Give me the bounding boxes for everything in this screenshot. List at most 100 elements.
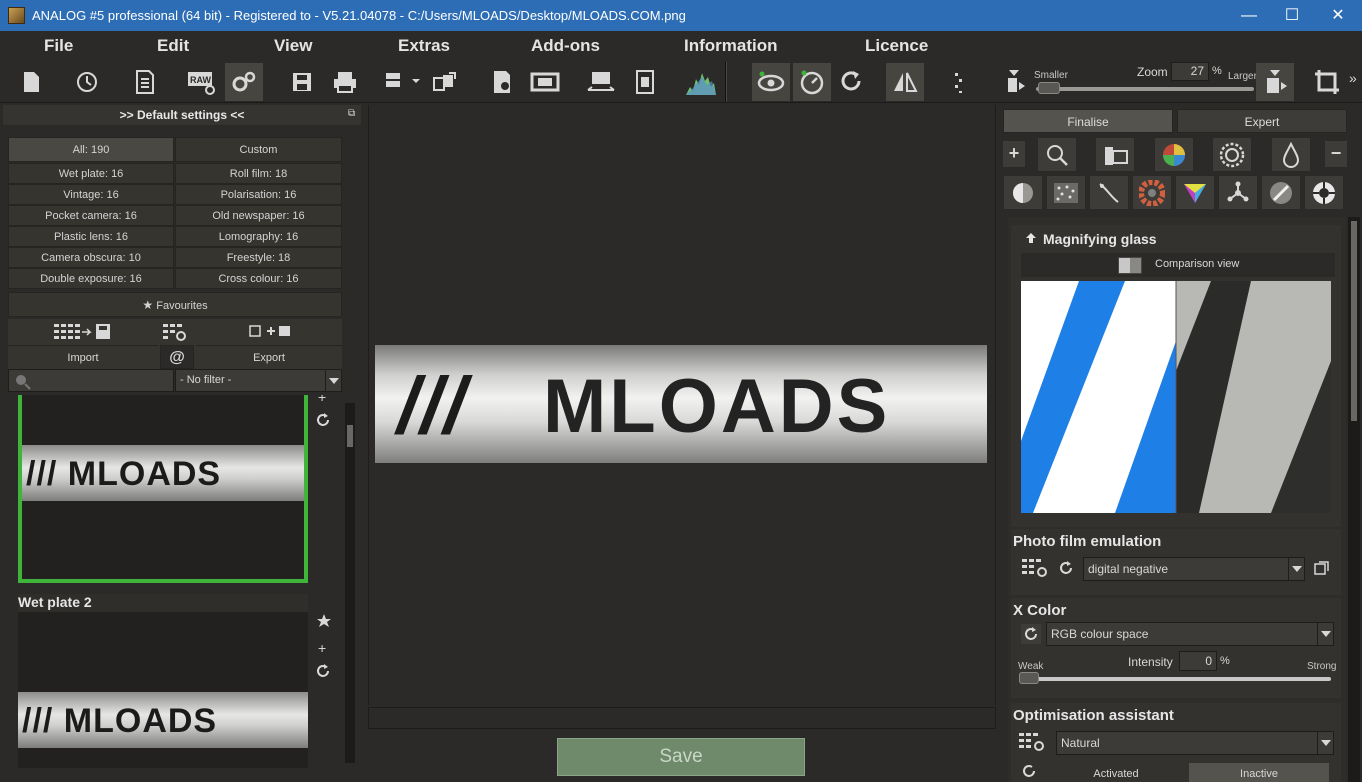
film-settings-icon[interactable] xyxy=(1314,560,1330,581)
category-vintage[interactable]: Vintage: 16 xyxy=(8,184,174,205)
menu-file[interactable]: File xyxy=(44,36,73,56)
history-button[interactable] xyxy=(68,63,106,101)
activated-button[interactable]: Activated xyxy=(1046,763,1186,782)
custom-presets-button[interactable]: Custom xyxy=(175,137,342,162)
category-plastic-lens[interactable]: Plastic lens: 16 xyxy=(8,226,174,247)
category-freestyle[interactable]: Freestyle: 18 xyxy=(175,247,342,268)
copy-document-button[interactable] xyxy=(483,63,521,101)
intensity-input[interactable]: 0 xyxy=(1179,651,1217,671)
menu-view[interactable]: View xyxy=(274,36,312,56)
lens-tool-button[interactable] xyxy=(1304,175,1344,210)
dotted-view-button[interactable] xyxy=(938,63,976,101)
drop-tool-button[interactable] xyxy=(1271,137,1311,172)
refresh-icon[interactable] xyxy=(315,663,331,684)
tab-expert[interactable]: Expert xyxy=(1177,109,1347,133)
category-pocket-camera[interactable]: Pocket camera: 16 xyxy=(8,205,174,226)
menu-licence[interactable]: Licence xyxy=(865,36,928,56)
print-button[interactable] xyxy=(326,63,364,101)
zoom-larger-button[interactable] xyxy=(1256,63,1294,101)
curve-tool-button[interactable] xyxy=(1089,175,1129,210)
intensity-slider-handle[interactable] xyxy=(1019,672,1039,684)
zoom-slider-handle[interactable] xyxy=(1038,82,1060,94)
tools-scrollbar[interactable] xyxy=(1348,217,1360,782)
category-old-newspaper[interactable]: Old newspaper: 16 xyxy=(175,205,342,226)
batch-button[interactable] xyxy=(382,63,420,101)
export-multiple-button[interactable] xyxy=(426,63,464,101)
film-strip-button[interactable] xyxy=(626,63,664,101)
category-camera-obscura[interactable]: Camera obscura: 10 xyxy=(8,247,174,268)
xcolor-select[interactable]: RGB colour space xyxy=(1046,622,1334,646)
crop-rotate-button[interactable] xyxy=(1308,63,1346,101)
remove-tool-button[interactable]: − xyxy=(1325,141,1347,167)
add-tool-button[interactable]: + xyxy=(1003,141,1025,167)
live-preview-button[interactable] xyxy=(793,63,831,101)
brush-tool-button[interactable] xyxy=(1261,175,1301,210)
save-file-button[interactable] xyxy=(283,63,321,101)
xcolor-refresh-button[interactable] xyxy=(1021,624,1041,644)
filter-select[interactable]: - No filter - xyxy=(175,369,342,392)
refresh-icon[interactable] xyxy=(315,412,331,433)
zoom-slider-track[interactable] xyxy=(1036,87,1254,91)
arrow-up-icon[interactable] xyxy=(1025,231,1037,249)
preset-scrollbar[interactable] xyxy=(345,403,355,763)
grain-tool-button[interactable] xyxy=(1046,175,1086,210)
magnifier-preview[interactable] xyxy=(1021,281,1331,513)
preset-search-icon[interactable] xyxy=(161,322,191,347)
minimize-button[interactable]: — xyxy=(1226,0,1272,31)
exposure-tool-button[interactable] xyxy=(1212,137,1252,172)
export-button[interactable]: Export xyxy=(196,345,342,369)
preset-card-wet-plate-2[interactable]: Wet plate 2 /// MLOADS xyxy=(18,594,308,768)
category-cross-colour[interactable]: Cross colour: 16 xyxy=(175,268,342,289)
intensity-slider-track[interactable] xyxy=(1019,677,1331,681)
tools-scrollbar-thumb[interactable] xyxy=(1351,221,1357,421)
inactive-button[interactable]: Inactive xyxy=(1189,763,1329,782)
favourite-star-icon[interactable] xyxy=(316,613,332,634)
refresh-icon[interactable] xyxy=(1021,763,1037,782)
raw-settings-button[interactable]: RAW xyxy=(182,63,220,101)
tab-finalise[interactable]: Finalise xyxy=(1003,109,1173,133)
add-preset-plus-2[interactable]: + xyxy=(318,640,326,656)
nodes-tool-button[interactable] xyxy=(1218,175,1258,210)
compare-layout-button[interactable] xyxy=(582,63,620,101)
photo-film-select[interactable]: digital negative xyxy=(1083,557,1305,581)
optimisation-select[interactable]: Natural xyxy=(1056,731,1334,755)
favourites-button[interactable]: ★ Favourites xyxy=(8,292,342,317)
comparison-toggle[interactable] xyxy=(1118,257,1142,274)
refresh-icon[interactable] xyxy=(1058,560,1074,581)
document-settings-button[interactable] xyxy=(126,63,164,101)
preview-image[interactable]: /// MLOADS xyxy=(375,345,987,463)
preset-grid-icon[interactable] xyxy=(1021,557,1051,584)
all-presets-button[interactable]: All: 190 xyxy=(8,137,174,162)
zoom-fit-button[interactable] xyxy=(995,63,1033,101)
import-button[interactable]: Import xyxy=(8,345,158,369)
menu-add-ons[interactable]: Add-ons xyxy=(531,36,600,56)
preview-eye-button[interactable] xyxy=(752,63,790,101)
settings-button[interactable] xyxy=(225,63,263,101)
email-button[interactable]: @ xyxy=(160,345,194,369)
redo-button[interactable] xyxy=(833,63,871,101)
histogram-button[interactable] xyxy=(682,63,720,101)
new-file-button[interactable] xyxy=(12,63,50,101)
zoom-input[interactable]: 27 xyxy=(1171,62,1209,81)
preset-scrollbar-thumb[interactable] xyxy=(347,425,353,447)
preset-search-input[interactable] xyxy=(8,369,174,392)
frame-button[interactable] xyxy=(526,63,564,101)
category-wet-plate[interactable]: Wet plate: 16 xyxy=(8,163,174,184)
toolbar-more-button[interactable]: » xyxy=(1349,70,1357,86)
menu-extras[interactable]: Extras xyxy=(398,36,450,56)
magnify-tool-button[interactable] xyxy=(1037,137,1077,172)
menu-information[interactable]: Information xyxy=(684,36,778,56)
category-double-exposure[interactable]: Double exposure: 16 xyxy=(8,268,174,289)
film-tool-button[interactable] xyxy=(1095,137,1135,172)
maximize-button[interactable]: ☐ xyxy=(1269,0,1315,31)
preset-grid-icon[interactable] xyxy=(1018,731,1048,758)
close-button[interactable]: ✕ xyxy=(1315,0,1361,31)
save-button[interactable]: Save xyxy=(557,738,805,776)
prism-tool-button[interactable] xyxy=(1175,175,1215,210)
menu-edit[interactable]: Edit xyxy=(157,36,189,56)
color-tool-button[interactable] xyxy=(1154,137,1194,172)
add-preset-plus-1[interactable]: + xyxy=(318,395,326,405)
preset-thumbnail-selected[interactable]: /// MLOADS xyxy=(18,395,308,583)
category-roll-film[interactable]: Roll film: 18 xyxy=(175,163,342,184)
default-settings-header[interactable]: >> Default settings << xyxy=(3,105,361,125)
